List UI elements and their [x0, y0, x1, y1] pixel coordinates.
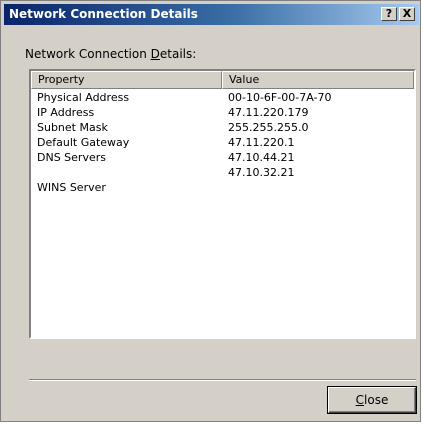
table-row[interactable]: DNS Servers 47.10.44.21: [31, 150, 414, 165]
property-cell: WINS Server: [37, 181, 106, 194]
column-header-value[interactable]: Value: [222, 71, 414, 89]
help-button[interactable]: ?: [381, 7, 397, 21]
table-row[interactable]: 47.10.32.21: [31, 165, 414, 180]
details-label-prefix: Network Connection: [25, 47, 151, 61]
property-cell: Physical Address: [37, 91, 130, 104]
details-label: Network Connection Details:: [25, 47, 196, 61]
network-details-dialog: Network Connection Details ? X Network C…: [0, 0, 421, 422]
table-row[interactable]: Default Gateway 47.11.220.1: [31, 135, 414, 150]
close-button-label: lose: [364, 393, 389, 407]
column-header-property[interactable]: Property: [31, 71, 222, 89]
value-cell: 47.10.32.21: [228, 166, 295, 179]
property-cell: Subnet Mask: [37, 121, 108, 134]
footer-separator: [29, 379, 416, 381]
property-cell: IP Address: [37, 106, 95, 119]
table-row[interactable]: Physical Address 00-10-6F-00-7A-70: [31, 90, 414, 105]
details-list-view[interactable]: Property Value Physical Address 00-10-6F…: [29, 69, 416, 339]
list-header: Property Value: [31, 71, 414, 89]
details-label-suffix: etails:: [159, 47, 197, 61]
table-row[interactable]: Subnet Mask 255.255.255.0: [31, 120, 414, 135]
property-cell: DNS Servers: [37, 151, 106, 164]
value-cell: 00-10-6F-00-7A-70: [228, 91, 332, 104]
value-cell: [222, 180, 414, 195]
table-row[interactable]: IP Address 47.11.220.179: [31, 105, 414, 120]
property-cell: [31, 165, 222, 180]
close-button-mnemonic: C: [355, 393, 365, 407]
table-row[interactable]: WINS Server: [31, 180, 414, 195]
property-cell: Default Gateway: [37, 136, 130, 149]
list-rows: Physical Address 00-10-6F-00-7A-70 IP Ad…: [31, 90, 414, 195]
close-window-button[interactable]: X: [399, 7, 415, 21]
value-cell: 47.11.220.179: [228, 106, 309, 119]
close-button[interactable]: Close: [327, 386, 417, 414]
value-cell: 255.255.255.0: [228, 121, 309, 134]
value-cell: 47.11.220.1: [228, 136, 295, 149]
value-cell: 47.10.44.21: [228, 151, 295, 164]
details-label-mnemonic: D: [150, 47, 160, 61]
title-bar[interactable]: Network Connection Details ? X: [4, 4, 419, 25]
window-title: Network Connection Details: [9, 7, 198, 21]
